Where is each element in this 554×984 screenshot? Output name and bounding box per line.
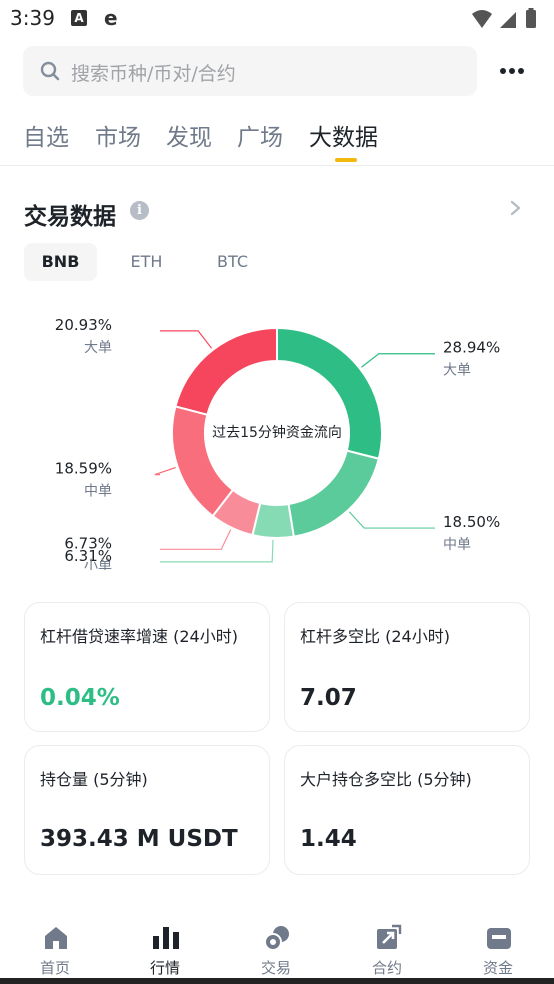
stat-card-open-interest[interactable]: 持仓量 (5分钟) 393.43 M USDT [24, 745, 270, 875]
donut-leader-line [160, 529, 232, 550]
donut-percent-label: 20.93% [55, 316, 112, 334]
tab-square[interactable]: 广场 [237, 118, 283, 152]
nav-markets[interactable]: 行情 [110, 912, 220, 984]
market-tabs: 自选 市场 发现 广场 大数据 [23, 118, 543, 162]
futures-icon [377, 924, 402, 949]
nav-label: 行情 [149, 959, 180, 977]
card-value: 0.04% [40, 685, 120, 711]
donut-percent-label: 18.50% [443, 513, 500, 531]
card-title: 杠杆多空比 (24小时) [300, 627, 450, 646]
browser-e-icon: e [104, 6, 118, 30]
section-title: 交易数据 [24, 204, 116, 230]
stat-card-margin-long-short[interactable]: 杠杆多空比 (24小时) 7.07 [284, 602, 530, 732]
tab-big-data[interactable]: 大数据 [309, 118, 378, 152]
info-icon[interactable]: i [130, 201, 149, 220]
coin-chip-bnb[interactable]: BNB [24, 243, 97, 281]
nav-home[interactable]: 首页 [0, 912, 110, 984]
status-right-icons [472, 8, 536, 28]
signal-icon [500, 12, 516, 28]
system-nav-bar [0, 978, 554, 984]
donut-percent-label: 28.94% [443, 339, 500, 357]
donut-leader-line [160, 539, 274, 563]
bottom-nav: 首页 行情 交易 合约 资金 [0, 912, 554, 984]
donut-center-label: 过去15分钟资金流向 [212, 424, 342, 441]
donut-segment-outflow-large [174, 326, 278, 417]
nav-label: 交易 [260, 959, 291, 977]
a-notification-icon: A [71, 10, 87, 26]
home-icon [45, 927, 67, 949]
card-value: 7.07 [300, 685, 357, 711]
donut-leader-line [348, 511, 435, 529]
card-title: 持仓量 (5分钟) [40, 770, 148, 789]
donut-order-size-label: 中单 [443, 537, 471, 553]
search-icon [40, 61, 60, 81]
active-tab-indicator [335, 158, 357, 162]
tab-watchlist[interactable]: 自选 [23, 118, 69, 152]
trade-coins-icon [264, 926, 289, 951]
stat-card-margin-borrow-rate[interactable]: 杠杆借贷速率增速 (24小时) 0.04% [24, 602, 270, 732]
markets-bar-chart-icon [153, 927, 179, 949]
card-title: 杠杆借贷速率增速 (24小时) [40, 627, 238, 646]
donut-segment-outflow-medium [171, 405, 235, 518]
tab-market[interactable]: 市场 [95, 118, 141, 152]
nav-funds[interactable]: 资金 [443, 912, 553, 984]
donut-leader-line [154, 466, 176, 476]
nav-label: 资金 [482, 959, 513, 977]
stat-card-top-trader-long-short[interactable]: 大户持仓多空比 (5分钟) 1.44 [284, 745, 530, 875]
donut-segment-inflow-medium [287, 449, 381, 538]
search-placeholder: 搜索币种/币对/合约 [71, 63, 236, 85]
donut-order-size-label: 中单 [84, 484, 112, 500]
coin-chip-btc[interactable]: BTC [196, 243, 269, 281]
donut-order-size-label: 小单 [84, 558, 112, 570]
tab-discover[interactable]: 发现 [166, 118, 212, 152]
wifi-icon [472, 10, 492, 28]
card-value: 1.44 [300, 826, 357, 852]
donut-leader-line [160, 330, 213, 349]
donut-percent-label: 6.73% [64, 534, 112, 552]
donut-order-size-label: 大单 [84, 340, 112, 356]
more-dots-icon[interactable] [500, 58, 530, 84]
status-bar: 3:39 A e [0, 0, 554, 38]
nav-label: 首页 [39, 959, 70, 977]
nav-label: 合约 [371, 959, 402, 977]
chevron-right-icon[interactable] [508, 198, 524, 218]
battery-icon [526, 10, 536, 28]
fund-flow-donut-chart: 28.94%大单18.50%中单6.31%小单20.93%大单18.59%中单6… [55, 316, 500, 570]
nav-trade[interactable]: 交易 [221, 912, 331, 984]
nav-futures[interactable]: 合约 [332, 912, 442, 984]
wallet-icon [487, 928, 511, 949]
donut-percent-label: 18.59% [55, 460, 112, 478]
card-value: 393.43 M USDT [40, 826, 238, 852]
status-time: 3:39 [10, 6, 55, 30]
tabs-divider [0, 165, 554, 166]
donut-leader-line [361, 353, 435, 368]
coin-chip-eth[interactable]: ETH [110, 243, 183, 281]
search-input[interactable]: 搜索币种/币对/合约 [23, 46, 477, 96]
donut-order-size-label: 大单 [443, 363, 471, 379]
card-title: 大户持仓多空比 (5分钟) [300, 770, 472, 789]
